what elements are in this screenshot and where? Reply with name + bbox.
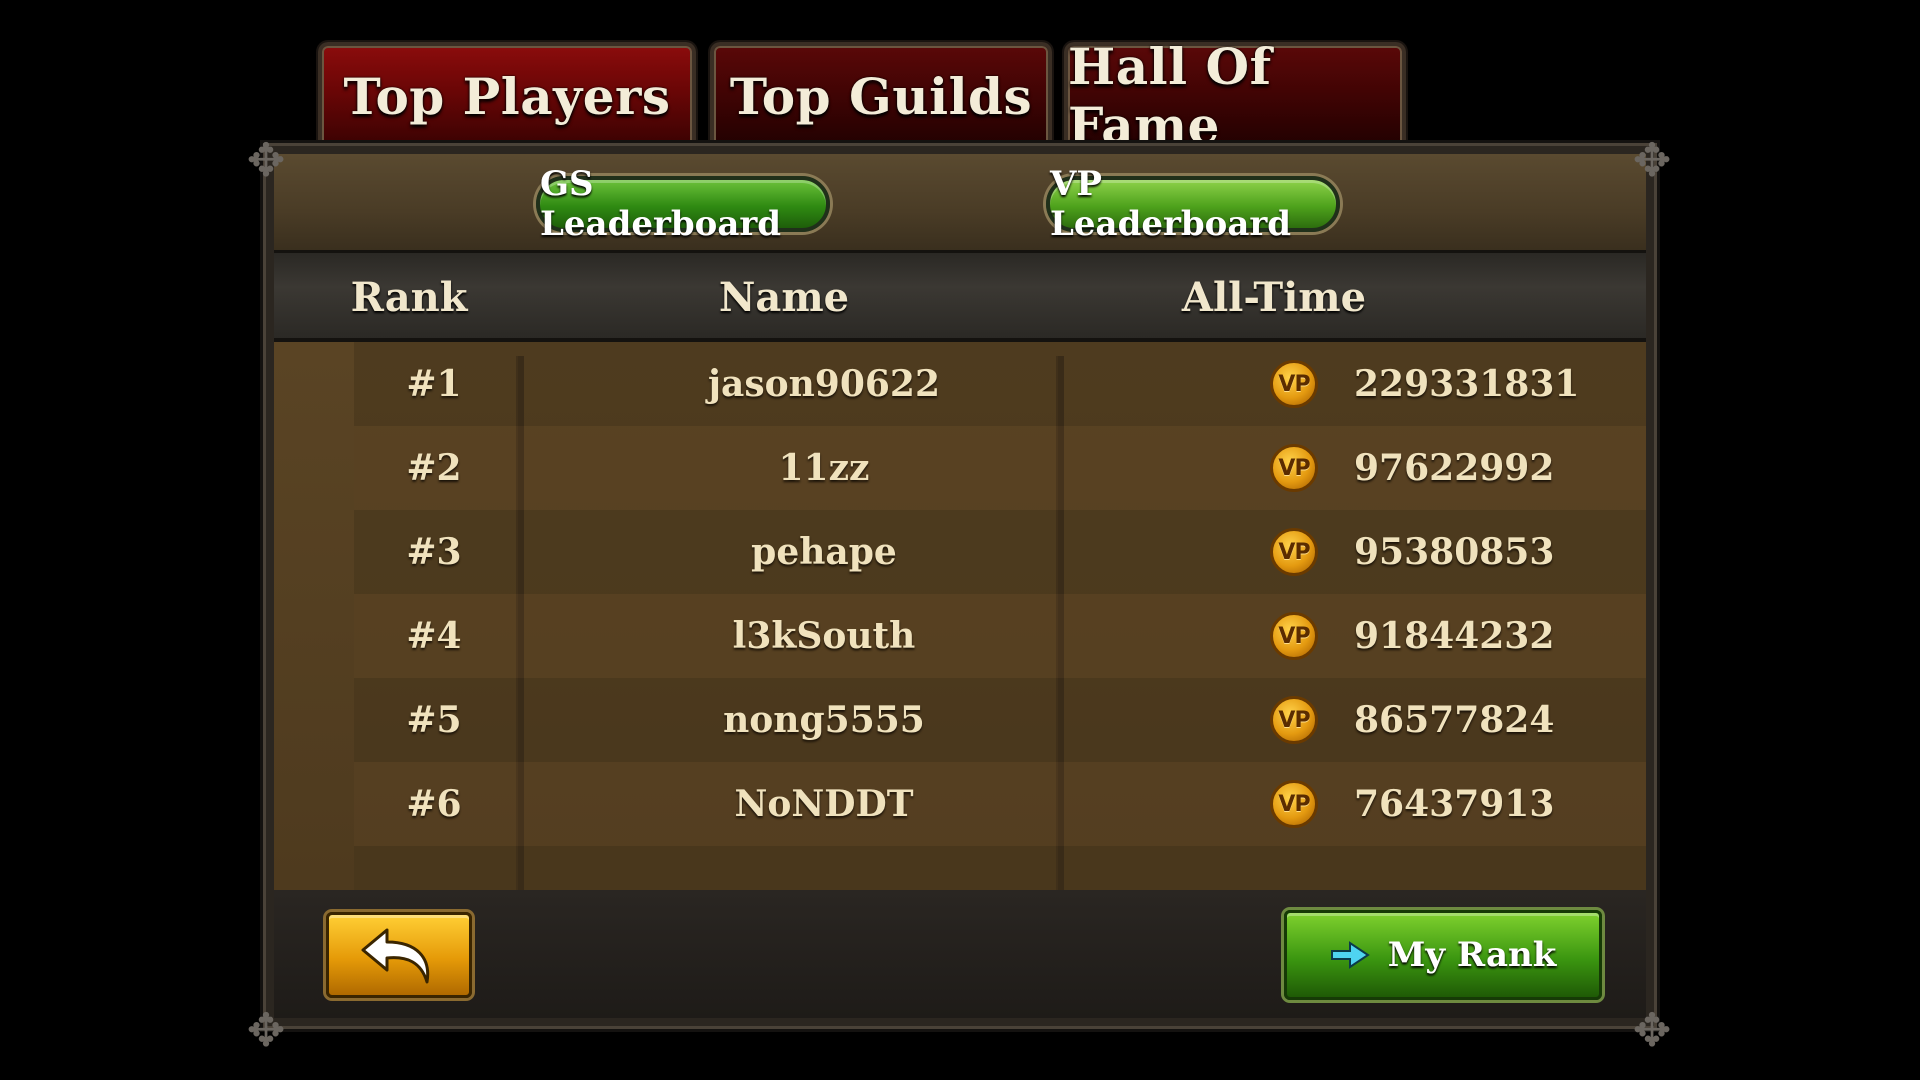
- row-name: l3kSouth: [732, 615, 916, 657]
- corner-ornament-icon: ✥: [1632, 133, 1672, 187]
- row-rank: #6: [406, 783, 462, 825]
- column-header-name: Name: [718, 273, 850, 321]
- column-header: Rank Name All-Time: [274, 250, 1646, 342]
- leaderboard-row[interactable]: #4 l3kSouth VP 91844232: [354, 594, 1646, 678]
- gs-leaderboard-button[interactable]: GS Leaderboard: [536, 164, 830, 244]
- corner-ornament-icon: ✥: [246, 1003, 286, 1057]
- row-score: 229331831: [1354, 363, 1580, 405]
- leaderboard-row[interactable]: #1 jason90622 VP 229331831: [354, 342, 1646, 426]
- row-score: 76437913: [1354, 783, 1555, 825]
- row-score: 97622992: [1354, 447, 1555, 489]
- row-rank: #4: [406, 615, 462, 657]
- back-button[interactable]: [326, 912, 472, 998]
- row-name: pehape: [751, 531, 897, 573]
- leaderboard-row[interactable]: #2 11zz VP 97622992: [354, 426, 1646, 510]
- column-header-all-time: All-Time: [1181, 273, 1367, 321]
- row-score: 86577824: [1354, 699, 1555, 741]
- back-arrow-icon: [361, 928, 430, 984]
- corner-ornament-icon: ✥: [1632, 1003, 1672, 1057]
- vp-coin-icon: VP: [1264, 426, 1324, 510]
- tab-label: Top Players: [343, 66, 671, 126]
- footer-bar: My Rank: [274, 890, 1646, 1018]
- tab-top-guilds[interactable]: Top Guilds: [710, 42, 1052, 146]
- row-rank: #1: [406, 363, 462, 405]
- row-rank: #3: [406, 531, 462, 573]
- row-rank: #2: [406, 447, 462, 489]
- tab-label: Top Guilds: [729, 66, 1033, 126]
- right-arrow-icon: [1330, 941, 1370, 969]
- column-header-rank: Rank: [350, 273, 468, 321]
- leaderboard-type-bar: GS Leaderboard VP Leaderboard: [274, 154, 1646, 250]
- row-rank: #5: [406, 699, 462, 741]
- leaderboard-panel: GS Leaderboard VP Leaderboard Rank Name …: [266, 146, 1654, 1026]
- row-name: nong5555: [723, 699, 925, 741]
- leaderboard-list[interactable]: #1 jason90622 VP 229331831 #2 11zz VP 97…: [274, 342, 1646, 890]
- row-name: NoNDDT: [734, 783, 914, 825]
- tab-label: Hall Of Fame: [1068, 37, 1272, 155]
- vp-coin-icon: VP: [1264, 342, 1324, 426]
- vp-coin-icon: VP: [1264, 678, 1324, 762]
- gs-leaderboard-label: GS Leaderboard: [540, 164, 782, 244]
- leaderboard-row[interactable]: #3 pehape VP 95380853: [354, 510, 1646, 594]
- my-rank-label: My Rank: [1387, 935, 1557, 975]
- row-score: 95380853: [1354, 531, 1555, 573]
- row-score: 91844232: [1354, 615, 1555, 657]
- my-rank-button[interactable]: My Rank: [1284, 910, 1602, 1000]
- tab-top-players[interactable]: Top Players: [318, 42, 696, 146]
- leaderboard-row-partial[interactable]: [354, 846, 1646, 890]
- leaderboard-screen: Top Players Top Guilds Hall Of Fame GS L…: [0, 0, 1920, 1080]
- vp-coin-icon: VP: [1264, 510, 1324, 594]
- vp-leaderboard-button[interactable]: VP Leaderboard: [1046, 164, 1340, 244]
- vp-coin-icon: VP: [1264, 762, 1324, 846]
- corner-ornament-icon: ✥: [246, 133, 286, 187]
- leaderboard-row[interactable]: #5 nong5555 VP 86577824: [354, 678, 1646, 762]
- row-name: 11zz: [778, 447, 870, 489]
- tab-hall-of-fame[interactable]: Hall Of Fame: [1064, 37, 1406, 155]
- leaderboard-row[interactable]: #6 NoNDDT VP 76437913: [354, 762, 1646, 846]
- vp-coin-icon: VP: [1264, 594, 1324, 678]
- vp-leaderboard-label: VP Leaderboard: [1050, 164, 1292, 244]
- row-name: jason90622: [707, 363, 941, 405]
